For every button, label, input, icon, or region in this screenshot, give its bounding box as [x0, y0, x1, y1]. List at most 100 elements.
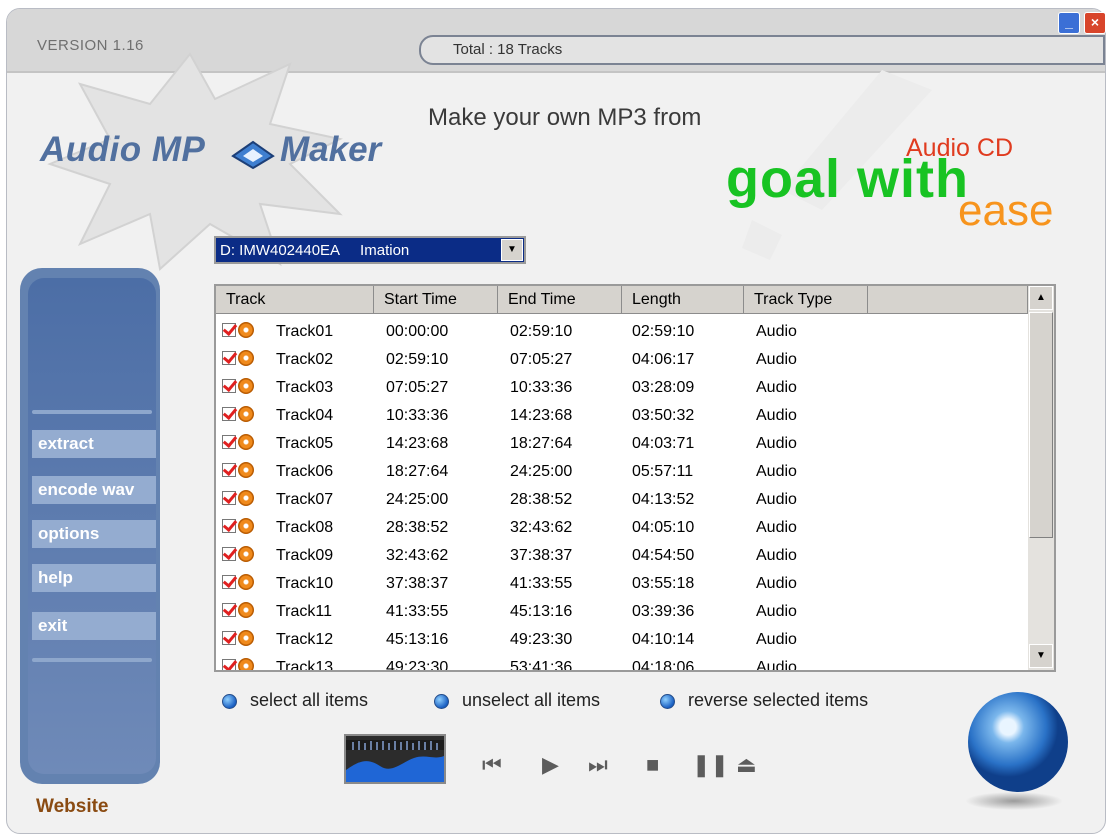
sidebar: extract encode wav options help exit — [20, 268, 160, 784]
next-track-icon[interactable]: ⏭ — [588, 752, 608, 778]
end-time: 41:33:55 — [510, 575, 573, 592]
checkbox-checked[interactable] — [222, 575, 236, 589]
close-icon[interactable]: × — [1084, 12, 1106, 34]
waveform-icon — [346, 740, 444, 782]
checkbox-checked[interactable] — [222, 407, 236, 421]
table-row[interactable]: Track06 18:27:64 24:25:00 05:57:11 Audio — [216, 458, 1028, 486]
checkbox-checked[interactable] — [222, 379, 236, 393]
column-header-end-time[interactable]: End Time — [498, 286, 622, 314]
table-row[interactable]: Track02 02:59:10 07:05:27 04:06:17 Audio — [216, 346, 1028, 374]
end-time: 07:05:27 — [510, 351, 573, 368]
globe-icon[interactable] — [968, 692, 1068, 792]
drive-select[interactable]: D: IMW402440EA Imation ▼ — [214, 236, 526, 264]
end-time: 10:33:36 — [510, 379, 573, 396]
table-row[interactable]: Track12 45:13:16 49:23:30 04:10:14 Audio — [216, 626, 1028, 654]
cd-icon — [238, 658, 254, 670]
length: 04:03:71 — [632, 435, 695, 452]
table-row[interactable]: Track07 24:25:00 28:38:52 04:13:52 Audio — [216, 486, 1028, 514]
start-time: 37:38:37 — [386, 575, 449, 592]
sidebar-item-help[interactable]: help — [32, 564, 156, 592]
sidebar-item-extract[interactable]: extract — [32, 430, 156, 458]
cd-icon — [238, 350, 254, 366]
start-time: 41:33:55 — [386, 603, 449, 620]
end-time: 37:38:37 — [510, 547, 573, 564]
table-row[interactable]: Track10 37:38:37 41:33:55 03:55:18 Audio — [216, 570, 1028, 598]
previous-track-icon[interactable]: ⏮ — [482, 752, 502, 778]
cd-icon — [238, 490, 254, 506]
start-time: 00:00:00 — [386, 323, 449, 340]
track-type: Audio — [756, 379, 797, 396]
visualizer-display — [344, 734, 446, 784]
start-time: 32:43:62 — [386, 547, 449, 564]
start-time: 07:05:27 — [386, 379, 449, 396]
scroll-thumb[interactable] — [1029, 312, 1053, 538]
track-name: Track06 — [276, 463, 334, 480]
sidebar-item-options[interactable]: options — [32, 520, 156, 548]
chevron-down-icon[interactable]: ▼ — [501, 239, 523, 261]
table-row[interactable]: Track11 41:33:55 45:13:16 03:39:36 Audio — [216, 598, 1028, 626]
track-type: Audio — [756, 323, 797, 340]
end-time: 02:59:10 — [510, 323, 573, 340]
scroll-up-icon[interactable]: ▲ — [1029, 286, 1053, 310]
track-name: Track02 — [276, 351, 334, 368]
checkbox-checked[interactable] — [222, 547, 236, 561]
length: 04:13:52 — [632, 491, 695, 508]
scroll-down-icon[interactable]: ▼ — [1029, 644, 1053, 668]
track-type: Audio — [756, 435, 797, 452]
eject-icon[interactable]: ⏏ — [736, 752, 757, 778]
column-header-start-time[interactable]: Start Time — [374, 286, 498, 314]
table-row[interactable]: Track13 49:23:30 53:41:36 04:18:06 Audio — [216, 654, 1028, 672]
length: 05:57:11 — [632, 463, 694, 480]
website-link[interactable]: Website — [36, 796, 109, 818]
track-name: Track08 — [276, 519, 334, 536]
checkbox-checked[interactable] — [222, 491, 236, 505]
table-row[interactable]: Track03 07:05:27 10:33:36 03:28:09 Audio — [216, 374, 1028, 402]
checkbox-checked[interactable] — [222, 659, 236, 670]
checkbox-checked[interactable] — [222, 463, 236, 477]
table-row[interactable]: Track05 14:23:68 18:27:64 04:03:71 Audio — [216, 430, 1028, 458]
track-name: Track10 — [276, 575, 334, 592]
column-header-length[interactable]: Length — [622, 286, 744, 314]
column-header-track[interactable]: Track — [216, 286, 374, 314]
vertical-scrollbar[interactable]: ▲ ▼ — [1028, 286, 1054, 670]
length: 04:05:10 — [632, 519, 695, 536]
start-time: 18:27:64 — [386, 463, 449, 480]
minimize-icon[interactable]: _ — [1058, 12, 1080, 34]
checkbox-checked[interactable] — [222, 323, 236, 337]
start-time: 02:59:10 — [386, 351, 449, 368]
drive-select-value: D: IMW402440EA Imation — [220, 242, 410, 259]
table-row[interactable]: Track08 28:38:52 32:43:62 04:05:10 Audio — [216, 514, 1028, 542]
end-time: 32:43:62 — [510, 519, 573, 536]
track-type: Audio — [756, 547, 797, 564]
checkbox-checked[interactable] — [222, 631, 236, 645]
table-row[interactable]: Track04 10:33:36 14:23:68 03:50:32 Audio — [216, 402, 1028, 430]
select-all-label: select all items — [250, 690, 369, 710]
checkbox-checked[interactable] — [222, 351, 236, 365]
length: 04:10:14 — [632, 631, 695, 648]
table-row[interactable]: Track09 32:43:62 37:38:37 04:54:50 Audio — [216, 542, 1028, 570]
track-name: Track05 — [276, 435, 334, 452]
track-type: Audio — [756, 491, 797, 508]
checkbox-checked[interactable] — [222, 603, 236, 617]
sidebar-item-encode-wav[interactable]: encode wav — [32, 476, 156, 504]
reverse-selection-label: reverse selected items — [688, 690, 869, 710]
column-header-track-type[interactable]: Track Type — [744, 286, 868, 314]
track-type: Audio — [756, 407, 797, 424]
end-time: 18:27:64 — [510, 435, 573, 452]
checkbox-checked[interactable] — [222, 519, 236, 533]
total-tracks-bar: Total : 18 Tracks — [419, 35, 1105, 65]
track-name: Track04 — [276, 407, 334, 424]
start-time: 24:25:00 — [386, 491, 449, 508]
play-icon[interactable]: ▶ — [542, 752, 559, 778]
sidebar-item-exit[interactable]: exit — [32, 612, 156, 640]
track-type: Audio — [756, 463, 797, 480]
table-row[interactable]: Track01 00:00:00 02:59:10 02:59:10 Audio — [216, 318, 1028, 346]
stop-icon[interactable]: ■ — [646, 752, 659, 778]
goal-with-text: goal with — [726, 149, 969, 209]
pause-icon[interactable]: ❚❚ — [692, 752, 729, 778]
track-list-header: Track Start Time End Time Length Track T… — [216, 286, 1028, 314]
start-time: 10:33:36 — [386, 407, 449, 424]
sidebar-divider — [32, 658, 152, 662]
start-time: 49:23:30 — [386, 659, 449, 672]
checkbox-checked[interactable] — [222, 435, 236, 449]
